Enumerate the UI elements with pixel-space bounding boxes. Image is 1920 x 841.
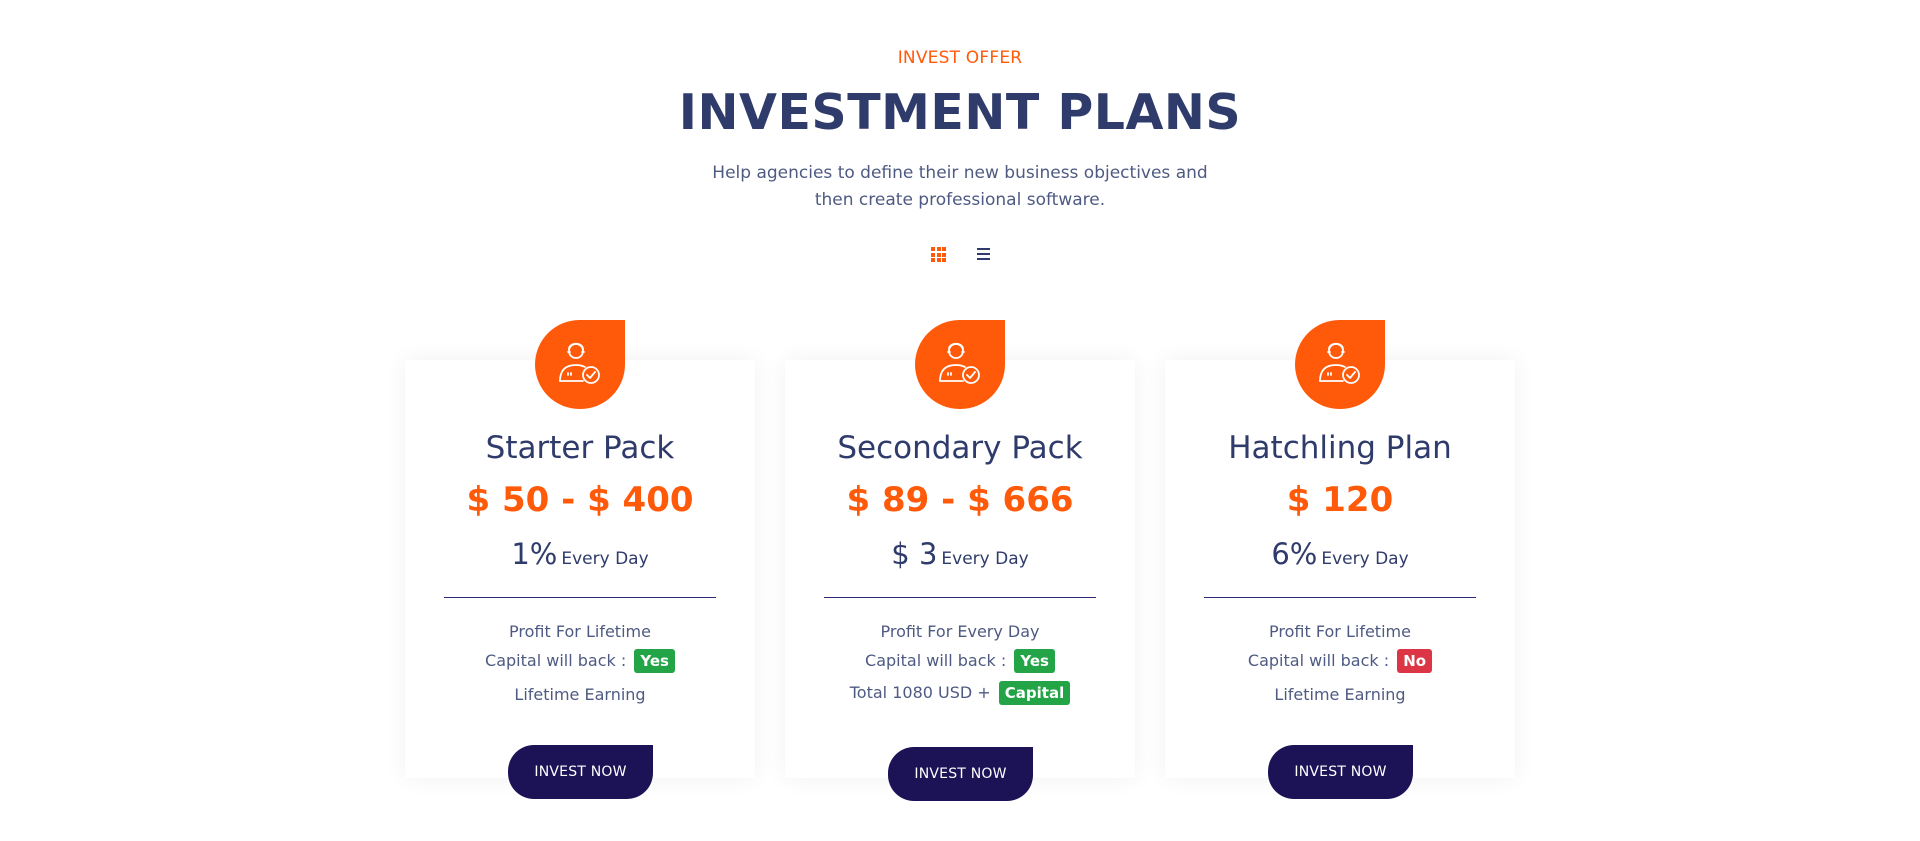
feature-profit: Profit For Every Day <box>785 622 1135 641</box>
feature-profit: Profit For Lifetime <box>1165 622 1515 641</box>
rate-value: $ 3 <box>891 537 938 571</box>
feature-text: Capital will back : <box>865 651 1007 670</box>
feature-text: Capital will back : <box>485 651 627 670</box>
invest-now-button[interactable]: INVEST NOW <box>508 745 653 799</box>
feature-earning: Lifetime Earning <box>1165 685 1515 704</box>
status-badge: No <box>1397 649 1433 673</box>
invest-now-button[interactable]: INVEST NOW <box>888 747 1033 801</box>
status-badge: Yes <box>1014 649 1055 673</box>
plan-name: Secondary Pack <box>837 430 1083 466</box>
user-check-icon <box>535 320 625 409</box>
section-title: INVESTMENT PLANS <box>678 84 1242 141</box>
feature-earning: Lifetime Earning <box>405 685 755 704</box>
feature-text: Profit For Every Day <box>880 622 1040 641</box>
invest-now-button[interactable]: INVEST NOW <box>1268 745 1413 799</box>
plan-rate: 6% Every Day <box>1165 537 1515 571</box>
list-view-icon[interactable] <box>977 248 990 260</box>
plan-rate: $ 3 Every Day <box>785 537 1135 571</box>
rate-period: Every Day <box>941 549 1029 569</box>
feature-text: Profit For Lifetime <box>1269 622 1411 641</box>
feature-text: Profit For Lifetime <box>509 622 651 641</box>
feature-total: Total 1080 USD + Capital <box>785 681 1135 705</box>
plan-price: $ 89 - $ 666 <box>846 480 1074 520</box>
view-toggle <box>931 244 991 266</box>
feature-text: Total 1080 USD + <box>849 683 991 702</box>
plan-name: Hatchling Plan <box>1228 430 1452 466</box>
feature-text: Capital will back : <box>1247 651 1390 670</box>
grid-view-icon[interactable] <box>931 247 946 262</box>
feature-text: Lifetime Earning <box>1274 685 1406 704</box>
feature-text: Lifetime Earning <box>514 685 646 704</box>
section-subtitle: Help agencies to define their new busine… <box>712 163 1208 210</box>
rate-value: 1% <box>511 537 558 571</box>
divider <box>824 597 1096 598</box>
user-check-icon <box>915 320 1005 409</box>
feature-capital: Capital will back : Yes <box>405 649 755 673</box>
rate-period: Every Day <box>561 549 649 569</box>
plan-name: Starter Pack <box>485 430 675 466</box>
user-check-icon <box>1295 320 1385 409</box>
rate-value: 6% <box>1271 537 1318 571</box>
plan-price: $ 50 - $ 400 <box>466 480 694 520</box>
section-eyebrow: INVEST OFFER <box>897 48 1023 68</box>
feature-capital: Capital will back : Yes <box>785 649 1135 673</box>
plan-price: $ 120 <box>1286 480 1394 520</box>
status-badge: Yes <box>634 649 675 673</box>
divider <box>444 597 716 598</box>
divider <box>1204 597 1476 598</box>
status-badge: Capital <box>998 681 1071 705</box>
feature-profit: Profit For Lifetime <box>405 622 755 641</box>
plan-rate: 1% Every Day <box>405 537 755 571</box>
rate-period: Every Day <box>1321 549 1409 569</box>
feature-capital: Capital will back : No <box>1165 649 1515 673</box>
